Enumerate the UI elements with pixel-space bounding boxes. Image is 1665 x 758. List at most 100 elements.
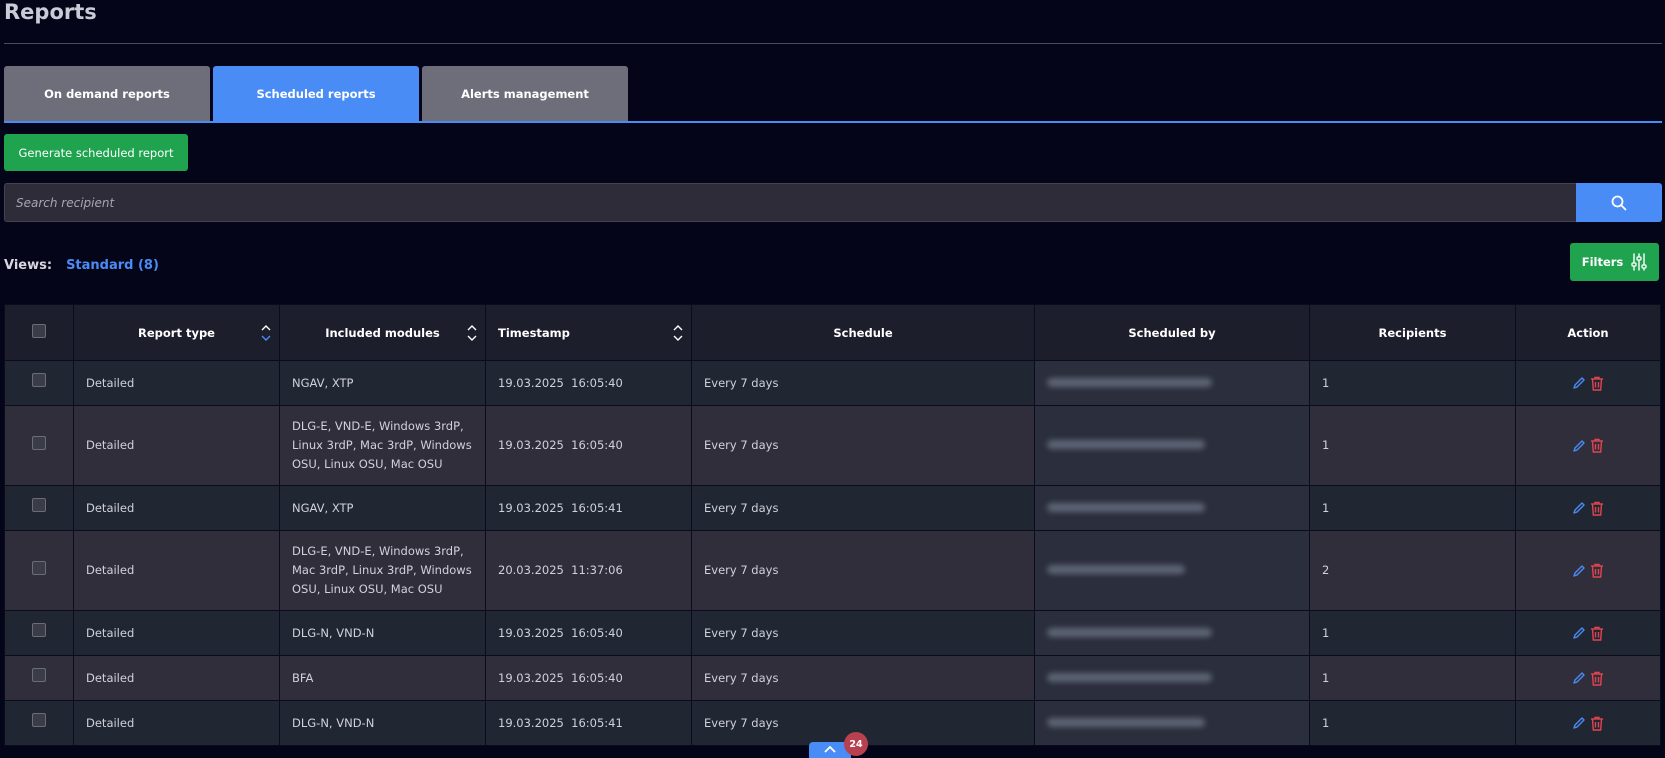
trash-icon[interactable]	[1590, 563, 1604, 578]
cell-timestamp: 20.03.2025 11:37:06	[485, 530, 692, 611]
sort-active-icon[interactable]	[261, 324, 271, 342]
views-value-link[interactable]: Standard (8)	[66, 258, 159, 273]
cell-schedule: Every 7 days	[691, 655, 1035, 701]
column-header-label: Report type	[138, 325, 215, 340]
cell-recipients: 2	[1309, 530, 1516, 611]
edit-icon[interactable]	[1572, 716, 1586, 730]
sliders-icon	[1631, 253, 1647, 271]
cell-recipients: 1	[1309, 405, 1516, 486]
cell-modules: NGAV, XTP	[279, 485, 486, 531]
cell-scheduled-by	[1034, 700, 1310, 746]
trash-icon[interactable]	[1590, 626, 1604, 641]
scheduled-reports-table: Report type Included modules Timestamp S…	[4, 304, 1661, 746]
table-row: Detailed DLG-N, VND-N 19.03.2025 16:05:4…	[4, 700, 1661, 746]
redacted-email	[1047, 672, 1212, 682]
cell-action	[1515, 530, 1661, 611]
cell-modules: DLG-N, VND-N	[279, 700, 486, 746]
trash-icon[interactable]	[1590, 501, 1604, 516]
cell-schedule: Every 7 days	[691, 530, 1035, 611]
row-checkbox[interactable]	[32, 498, 46, 512]
column-header-label: Timestamp	[498, 325, 570, 340]
cell-recipients: 1	[1309, 655, 1516, 701]
filters-label: Filters	[1581, 255, 1624, 269]
sort-icon[interactable]	[673, 324, 683, 342]
table-header-row: Report type Included modules Timestamp S…	[4, 304, 1661, 361]
sort-icon[interactable]	[467, 324, 477, 342]
table-row: Detailed DLG-E, VND-E, Windows 3rdP, Mac…	[4, 530, 1661, 611]
tab-scheduled-reports[interactable]: Scheduled reports	[213, 66, 419, 121]
cell-timestamp: 19.03.2025 16:05:41	[485, 700, 692, 746]
column-header-report-type[interactable]: Report type	[73, 304, 280, 361]
chevron-up-icon	[824, 745, 836, 753]
table-row: Detailed NGAV, XTP 19.03.2025 16:05:40 E…	[4, 360, 1661, 406]
cell-scheduled-by	[1034, 485, 1310, 531]
cell-action	[1515, 485, 1661, 531]
column-header-scheduled-by: Scheduled by	[1034, 304, 1310, 361]
cell-recipients: 1	[1309, 610, 1516, 656]
cell-schedule: Every 7 days	[691, 405, 1035, 486]
table-row: Detailed BFA 19.03.2025 16:05:40 Every 7…	[4, 655, 1661, 701]
title-divider	[4, 43, 1662, 44]
redacted-email	[1047, 717, 1205, 727]
row-checkbox[interactable]	[32, 623, 46, 637]
column-header-label: Included modules	[325, 325, 440, 340]
redacted-email	[1047, 377, 1212, 387]
trash-icon[interactable]	[1590, 376, 1604, 391]
redacted-email	[1047, 627, 1212, 637]
edit-icon[interactable]	[1572, 564, 1586, 578]
cell-modules: DLG-E, VND-E, Windows 3rdP, Mac 3rdP, Li…	[279, 530, 486, 611]
row-checkbox[interactable]	[32, 560, 46, 575]
search-icon	[1611, 195, 1627, 210]
edit-icon[interactable]	[1572, 439, 1586, 453]
edit-icon[interactable]	[1572, 626, 1586, 640]
column-header-recipients: Recipients	[1309, 304, 1516, 361]
cell-recipients: 1	[1309, 360, 1516, 406]
column-header-schedule: Schedule	[691, 304, 1035, 361]
row-checkbox[interactable]	[32, 435, 46, 450]
tab-alerts-management[interactable]: Alerts management	[422, 66, 628, 121]
edit-icon[interactable]	[1572, 501, 1586, 515]
notification-badge: 24	[844, 732, 868, 756]
report-tabs: On demand reports Scheduled reports Aler…	[4, 66, 631, 121]
row-checkbox[interactable]	[32, 713, 46, 727]
cell-scheduled-by	[1034, 405, 1310, 486]
cell-scheduled-by	[1034, 530, 1310, 611]
cell-recipients: 1	[1309, 700, 1516, 746]
table-row: Detailed DLG-E, VND-E, Windows 3rdP, Lin…	[4, 405, 1661, 486]
tab-underline	[4, 121, 1662, 123]
trash-icon[interactable]	[1590, 671, 1604, 686]
column-header-timestamp[interactable]: Timestamp	[485, 304, 692, 361]
edit-icon[interactable]	[1572, 671, 1586, 685]
cell-timestamp: 19.03.2025 16:05:40	[485, 655, 692, 701]
generate-scheduled-report-button[interactable]: Generate scheduled report	[4, 134, 188, 171]
cell-scheduled-by	[1034, 610, 1310, 656]
select-all-checkbox[interactable]	[32, 324, 46, 338]
row-checkbox[interactable]	[32, 373, 46, 387]
cell-modules: DLG-E, VND-E, Windows 3rdP, Linux 3rdP, …	[279, 405, 486, 486]
cell-timestamp: 19.03.2025 16:05:40	[485, 360, 692, 406]
cell-report-type: Detailed	[73, 700, 280, 746]
row-checkbox[interactable]	[32, 668, 46, 682]
cell-report-type: Detailed	[73, 530, 280, 611]
cell-timestamp: 19.03.2025 16:05:40	[485, 610, 692, 656]
column-header-included-modules[interactable]: Included modules	[279, 304, 486, 361]
search-input[interactable]	[4, 183, 1576, 222]
cell-action	[1515, 610, 1661, 656]
cell-scheduled-by	[1034, 360, 1310, 406]
edit-icon[interactable]	[1572, 376, 1586, 390]
trash-icon[interactable]	[1590, 438, 1604, 453]
redacted-email	[1047, 565, 1185, 574]
redacted-email	[1047, 440, 1205, 449]
cell-modules: NGAV, XTP	[279, 360, 486, 406]
cell-scheduled-by	[1034, 655, 1310, 701]
cell-action	[1515, 655, 1661, 701]
cell-report-type: Detailed	[73, 655, 280, 701]
filters-button[interactable]: Filters	[1570, 243, 1659, 281]
trash-icon[interactable]	[1590, 716, 1604, 731]
tab-on-demand-reports[interactable]: On demand reports	[4, 66, 210, 121]
cell-action	[1515, 700, 1661, 746]
page-title: Reports	[4, 0, 97, 24]
column-header-action: Action	[1515, 304, 1661, 361]
search-button[interactable]	[1576, 183, 1662, 222]
cell-schedule: Every 7 days	[691, 610, 1035, 656]
